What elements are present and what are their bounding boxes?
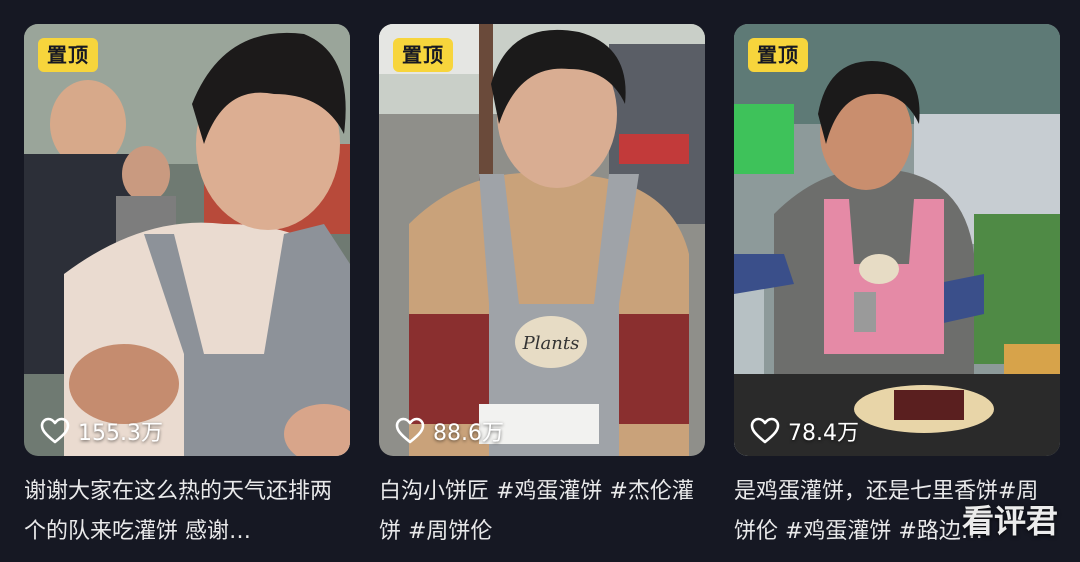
video-thumbnail[interactable]: Plants 置顶 88.6万 <box>379 24 705 456</box>
heart-icon <box>40 417 70 444</box>
svg-text:Plants: Plants <box>522 333 580 354</box>
like-count[interactable]: 88.6万 <box>395 416 504 446</box>
like-count-value: 155.3万 <box>78 421 163 446</box>
like-count[interactable]: 78.4万 <box>750 416 859 446</box>
like-count-value: 78.4万 <box>788 421 859 446</box>
video-card[interactable]: Plants 置顶 88.6万 白沟小饼匠 #鸡蛋灌饼 #杰伦灌饼 #周饼伦 <box>379 24 705 544</box>
video-caption[interactable]: 谢谢大家在这么热的天气还排两个的队来吃灌饼 感谢… <box>24 472 350 552</box>
thumbnail-image <box>734 24 1060 456</box>
like-count-value: 88.6万 <box>433 421 504 446</box>
video-thumbnail[interactable]: 置顶 155.3万 <box>24 24 350 456</box>
pinned-badge: 置顶 <box>748 38 808 72</box>
watermark-text: 看评君 <box>961 502 1058 540</box>
video-caption[interactable]: 白沟小饼匠 #鸡蛋灌饼 #杰伦灌饼 #周饼伦 <box>379 472 705 552</box>
heart-icon <box>395 417 425 444</box>
thumbnail-image <box>24 24 350 456</box>
thumbnail-image: Plants <box>379 24 705 456</box>
like-count[interactable]: 155.3万 <box>40 416 163 446</box>
heart-icon <box>750 417 780 444</box>
video-thumbnail[interactable]: 置顶 78.4万 <box>734 24 1060 456</box>
pinned-badge: 置顶 <box>393 38 453 72</box>
video-card[interactable]: 置顶 155.3万 谢谢大家在这么热的天气还排两个的队来吃灌饼 感谢… <box>24 24 350 544</box>
pinned-badge: 置顶 <box>38 38 98 72</box>
video-grid: 置顶 155.3万 谢谢大家在这么热的天气还排两个的队来吃灌饼 感谢… Plan… <box>0 0 1080 562</box>
video-card[interactable]: 置顶 78.4万 是鸡蛋灌饼，还是七里香饼#周饼伦 #鸡蛋灌饼 #路边… <box>734 24 1060 544</box>
